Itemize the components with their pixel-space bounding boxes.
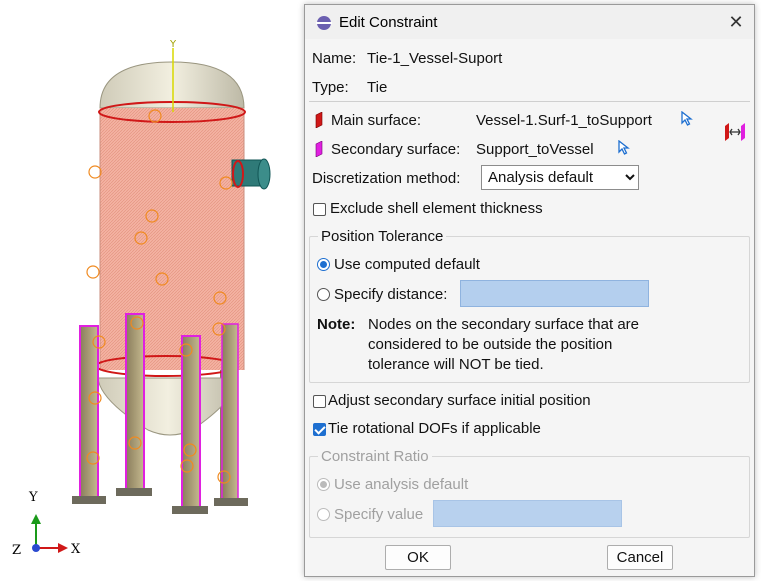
pick-main-surface-icon[interactable] (680, 111, 694, 127)
close-icon[interactable]: ✕ (725, 11, 747, 33)
dialog-title: Edit Constraint (339, 14, 438, 31)
position-tolerance-title: Position Tolerance (318, 228, 447, 245)
tie-rotational-dofs-checkbox[interactable] (313, 423, 326, 436)
secondary-surface-label: Secondary surface: (331, 141, 461, 158)
model-viewport[interactable]: Y Y X Z (0, 0, 305, 581)
adjust-secondary-label: Adjust secondary surface initial positio… (328, 392, 591, 409)
discretization-select[interactable]: Analysis default (481, 165, 639, 190)
exclude-shell-checkbox[interactable] (313, 203, 326, 216)
specify-value-radio[interactable] (317, 508, 330, 521)
model-y-axis-label: Y (169, 39, 177, 50)
type-label: Type: (312, 79, 349, 96)
specify-distance-input[interactable] (460, 280, 649, 307)
use-analysis-default-radio[interactable] (317, 478, 330, 491)
name-label: Name: (312, 50, 357, 67)
constraint-ratio-title: Constraint Ratio (318, 448, 432, 465)
name-value: Tie-1_Vessel-Suport (367, 50, 503, 67)
main-surface-icon (315, 112, 323, 128)
specify-value-label: Specify value (334, 506, 424, 523)
main-surface-label: Main surface: (331, 112, 422, 129)
use-computed-default-label: Use computed default (334, 256, 480, 273)
exclude-shell-label: Exclude shell element thickness (330, 200, 543, 217)
note-text: Nodes on the secondary surface that are … (368, 316, 639, 373)
abaqus-app-icon (316, 16, 332, 30)
triad-y-label: Y (29, 490, 38, 505)
main-surface-value: Vessel-1.Surf-1_toSupport (476, 112, 652, 129)
secondary-surface-icon (315, 141, 323, 157)
specify-distance-label: Specify distance: (334, 286, 448, 303)
type-value: Tie (367, 79, 388, 96)
use-computed-default-radio[interactable] (317, 258, 330, 271)
triad-x-label: X (71, 542, 81, 557)
secondary-surface-value: Support_toVessel (476, 141, 594, 158)
tie-rotational-dofs-label: Tie rotational DOFs if applicable (328, 420, 541, 437)
pick-secondary-surface-icon[interactable] (617, 140, 631, 156)
ok-button[interactable]: OK (385, 545, 451, 570)
separator (309, 101, 750, 102)
swap-surfaces-icon[interactable] (723, 122, 747, 142)
adjust-secondary-checkbox[interactable] (313, 395, 326, 408)
cancel-button[interactable]: Cancel (607, 545, 673, 570)
triad-z-label: Z (12, 543, 22, 558)
specify-distance-radio[interactable] (317, 288, 330, 301)
note-label: Note: (317, 316, 356, 333)
edit-constraint-dialog: Edit Constraint ✕ Name: Tie-1_Vessel-Sup… (304, 4, 755, 577)
vessel-model: Y (31, 39, 271, 553)
discretization-label: Discretization method: (312, 170, 461, 187)
use-analysis-default-label: Use analysis default (334, 476, 469, 493)
dialog-titlebar[interactable]: Edit Constraint ✕ (305, 5, 754, 39)
specify-value-input[interactable] (433, 500, 622, 527)
